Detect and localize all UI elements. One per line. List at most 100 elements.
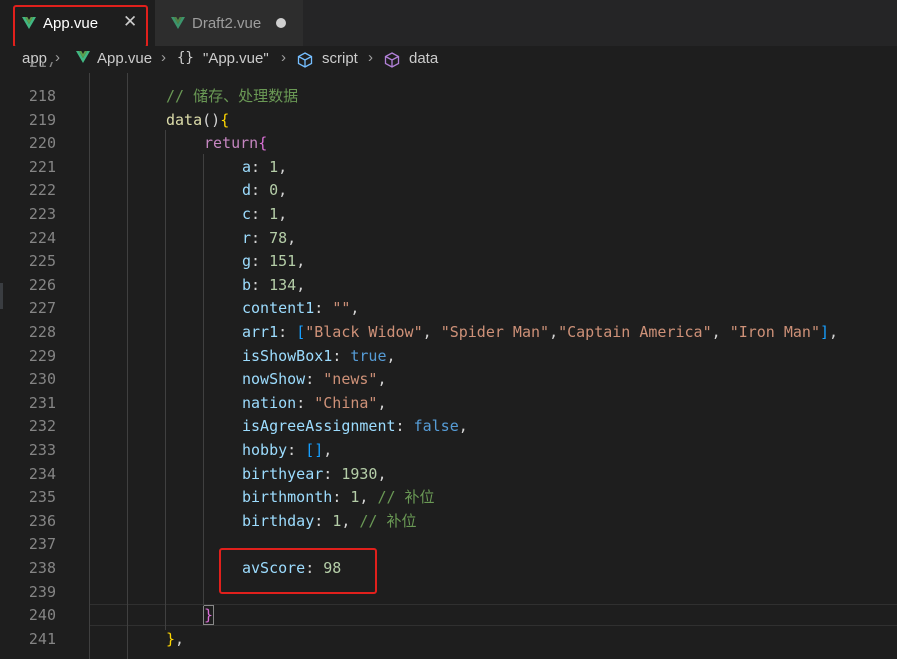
code-line[interactable]: 235 birthmonth: 1, // 补位 [0, 485, 897, 509]
line-number: 231 [28, 393, 56, 412]
code-line[interactable]: 227 content1: "", [0, 296, 897, 320]
code-line[interactable]: 224 r: 78, [0, 226, 897, 250]
code-key: g [242, 252, 252, 271]
code-key: d [242, 181, 252, 200]
code-key: birthmonth [242, 488, 333, 507]
code-bracket: } [166, 629, 176, 648]
line-number: 224 [28, 228, 56, 247]
code-token: () [202, 110, 221, 129]
code-text: d: 0, [242, 178, 287, 202]
unsaved-dot-icon[interactable] [276, 18, 286, 28]
code-text: content1: "", [242, 296, 359, 320]
line-number: 229 [28, 346, 56, 365]
code-line[interactable]: 223 c: 1, [0, 202, 897, 226]
code-line[interactable]: 236 birthday: 1, // 补位 [0, 509, 897, 533]
code-line[interactable]: 228 arr1: ["Black Widow", "Spider Man","C… [0, 320, 897, 344]
code-key: nowShow [242, 370, 306, 389]
code-token: , [278, 157, 288, 176]
indent-guide [203, 154, 204, 606]
code-text: b: 134, [242, 273, 305, 297]
code-key: c [242, 205, 252, 223]
line-number: 226 [28, 275, 56, 294]
code-key: b [242, 275, 252, 294]
code-text: data(){ [166, 108, 229, 132]
code-token: : [251, 205, 270, 223]
code-text: isAgreeAssignment: false, [242, 414, 468, 438]
code-text: birthday: 1, // 补位 [242, 509, 417, 533]
line-number: 241 [28, 629, 56, 648]
code-line[interactable]: 229 isShowBox1: true, [0, 344, 897, 368]
code-line[interactable]: 239 [0, 580, 897, 604]
code-token: : [251, 157, 270, 176]
code-line[interactable]: 221 a: 1, [0, 155, 897, 179]
code-key: isShowBox1 [242, 346, 333, 365]
code-token: : [251, 181, 270, 200]
code-text: birthyear: 1930, [242, 462, 387, 486]
code-token: : [314, 511, 333, 530]
code-line[interactable]: 225 g: 151, [0, 249, 897, 273]
code-token: : [314, 299, 333, 318]
line-number: 237 [28, 535, 56, 554]
code-token: : [332, 346, 351, 365]
code-text: c: 1, [242, 202, 287, 226]
code-line[interactable]: 238 avScore: 98 [0, 556, 897, 580]
code-token: , [386, 346, 396, 365]
code-line[interactable]: 220 return{ [0, 131, 897, 155]
code-bracket: ] [820, 323, 830, 341]
line-number: 227 [28, 299, 56, 318]
tab-draft2-vue[interactable]: Draft2.vue [155, 0, 303, 46]
line-number: 233 [28, 441, 56, 459]
code-text: g: 151, [242, 249, 305, 273]
indent-guide [165, 130, 166, 630]
code-value: 151 [269, 252, 297, 271]
code-text: a: 1, [242, 155, 287, 179]
line-number: 235 [28, 488, 56, 507]
code-line[interactable]: 219 data(){ [0, 108, 897, 132]
code-value: false [413, 417, 459, 436]
vue-icon [171, 17, 185, 29]
code-token: , [458, 417, 468, 436]
code-string: "Spider Man" [440, 323, 550, 341]
code-line[interactable]: 232 isAgreeAssignment: false, [0, 414, 897, 438]
indent-guide [127, 73, 128, 659]
code-editor[interactable]: 218// 储存、处理数据 219 data(){220 return{ 221 a: 1… [0, 73, 897, 659]
code-token: : [323, 464, 342, 483]
code-line[interactable]: 240} [0, 603, 897, 627]
code-key: nation [242, 393, 297, 412]
code-line[interactable]: 241}, [0, 627, 897, 651]
line-number: 232 [28, 417, 56, 436]
highlight-box-tab [13, 5, 148, 48]
code-line[interactable]: 218 // 储存、处理数据 [0, 84, 897, 108]
code-token: , [377, 370, 387, 389]
code-key: a [242, 157, 252, 176]
code-line[interactable]: 231 nation: "China", [0, 391, 897, 415]
code-line[interactable]: 233 hobby: [], [0, 438, 897, 462]
code-text: } [202, 603, 215, 627]
code-bracket: [ [296, 323, 306, 341]
code-token: , [296, 275, 306, 294]
code-line[interactable]: 237 [0, 532, 897, 556]
code-value: "China" [314, 393, 378, 412]
code-token: : [332, 488, 351, 507]
code-line[interactable]: 230 nowShow: "news", [0, 367, 897, 391]
code-value: "" [332, 299, 351, 318]
code-value: 134 [269, 275, 297, 294]
line-number: 230 [28, 370, 56, 389]
code-value: 0 [269, 181, 279, 200]
code-line[interactable]: 222 d: 0, [0, 178, 897, 202]
code-bracket: { [220, 110, 230, 129]
code-string: "Iron Man" [729, 323, 820, 341]
code-comment: // 补位 [359, 511, 417, 530]
line-number: 221 [28, 157, 56, 176]
highlight-box-avscore [219, 548, 377, 594]
line-number: 225 [28, 252, 56, 271]
code-token: : [251, 252, 270, 271]
code-value: 78 [269, 228, 288, 247]
code-line[interactable]: 234 birthyear: 1930, [0, 462, 897, 486]
tab-label: Draft2.vue [192, 14, 262, 32]
code-value: 1 [269, 205, 279, 223]
code-line[interactable]: 226 b: 134, [0, 273, 897, 297]
code-token: , [175, 629, 185, 648]
line-number: 217 [28, 62, 56, 71]
code-key: arr1 [242, 323, 279, 341]
